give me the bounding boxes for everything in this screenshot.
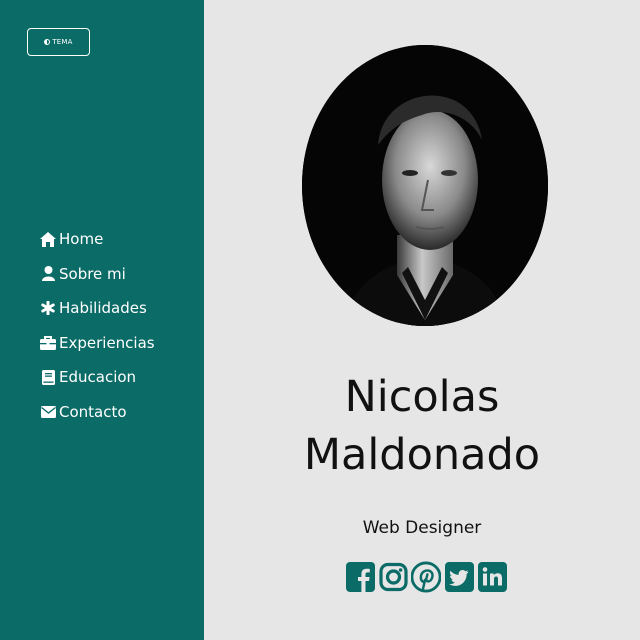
last-name: Maldonado [303,430,541,480]
profile-photo [302,45,548,326]
main-content: Nicolas Maldonado Web Designer [204,0,640,640]
nav-item-experiencias[interactable]: Experiencias [40,326,155,361]
nav-item-habilidades[interactable]: Habilidades [40,291,155,326]
nav-item-home[interactable]: Home [40,222,155,257]
asterisk-icon [40,300,56,316]
nav-item-label: Home [59,230,104,249]
twitter-icon[interactable] [444,560,474,594]
theme-toggle-button[interactable]: TEMA [27,28,90,56]
first-name: Nicolas [344,372,500,422]
half-circle-icon [44,39,51,45]
instagram-icon[interactable] [378,560,408,594]
book-icon [40,369,56,385]
social-links [345,560,507,594]
facebook-icon[interactable] [345,560,375,594]
nav-menu: Home Sobre mi Habilidades Experiencias E… [40,222,155,429]
linkedin-icon[interactable] [477,560,507,594]
profile-role: Web Designer [362,518,482,538]
sidebar: TEMA Home Sobre mi Habilidades Experienc… [0,0,204,640]
nav-item-label: Experiencias [59,333,155,352]
home-icon [40,231,56,247]
profile-name: Nicolas Maldonado [204,368,640,484]
nav-item-label: Sobre mi [59,264,126,283]
pinterest-icon[interactable] [411,560,441,594]
nav-item-label: Habilidades [59,299,147,318]
nav-item-contacto[interactable]: Contacto [40,395,155,430]
nav-item-label: Contacto [59,402,127,421]
nav-item-educacion[interactable]: Educacion [40,360,155,395]
nav-item-sobre-mi[interactable]: Sobre mi [40,257,155,292]
envelope-icon [40,404,56,420]
theme-button-label: TEMA [52,38,73,46]
nav-item-label: Educacion [59,368,137,387]
user-icon [40,266,56,282]
briefcase-icon [40,335,56,351]
